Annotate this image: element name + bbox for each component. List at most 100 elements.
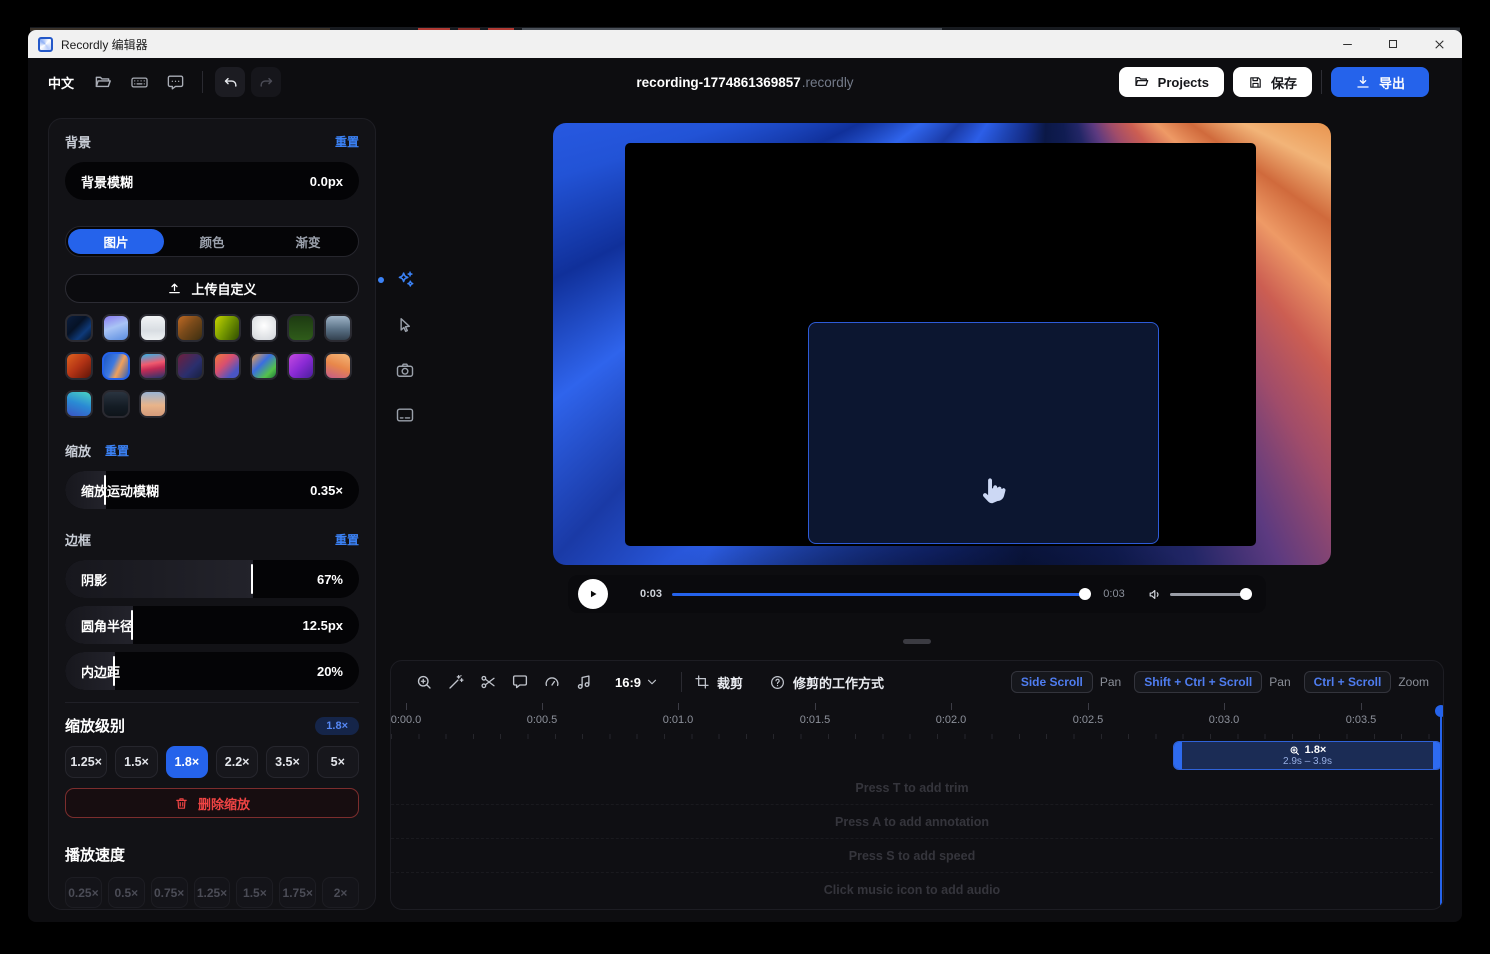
auto-zoom-tool[interactable] — [394, 269, 416, 291]
speed-track-hint[interactable]: Press S to add speed — [391, 839, 1433, 873]
background-thumbnail-orange-flower[interactable] — [65, 352, 93, 380]
background-thumbnail-green-blue-orange[interactable] — [250, 352, 278, 380]
video-preview[interactable] — [553, 123, 1331, 565]
speed-option-0.75x[interactable]: 0.75× — [151, 877, 188, 908]
total-time: 0:03 — [1099, 588, 1129, 600]
background-thumbnail-yellow-green-abstract[interactable] — [213, 314, 241, 342]
background-thumbnail-snow-mountain[interactable] — [139, 314, 167, 342]
zoom-option-1.25x[interactable]: 1.25× — [65, 746, 107, 778]
projects-button[interactable]: Projects — [1119, 67, 1224, 97]
cut-button[interactable] — [475, 669, 501, 695]
progress-track[interactable] — [672, 588, 1093, 600]
background-thumbnail-pastel-clouds[interactable] — [139, 390, 167, 418]
window-title: Recordly 编辑器 — [61, 36, 148, 53]
close-button[interactable] — [1416, 30, 1462, 58]
timeline-ruler[interactable]: 0:00.0 0:00.5 0:01.0 0:01.5 0:02.0 0:02.… — [391, 703, 1443, 741]
ctrl-scroll-shortcut: Ctrl + Scroll — [1304, 671, 1392, 693]
background-blur-slider[interactable]: 背景模糊 0.0px — [65, 162, 359, 200]
background-thumbnail-orange-blue-wave[interactable] — [213, 352, 241, 380]
zoom-section-title: 缩放 — [65, 441, 91, 460]
timeline-zoom-button[interactable] — [411, 669, 437, 695]
ruler-label: 0:01.0 — [663, 714, 694, 726]
shadow-slider[interactable]: 阴影 67% — [65, 560, 359, 598]
padding-value: 20% — [317, 664, 343, 679]
save-button[interactable]: 保存 — [1233, 67, 1312, 97]
minimize-button[interactable] — [1324, 30, 1370, 58]
background-thumbnail-autumn-forest[interactable] — [176, 314, 204, 342]
ruler-label: 0:03.5 — [1346, 714, 1377, 726]
annotation-button[interactable] — [507, 669, 533, 695]
trim-help-button[interactable]: 修剪的工作方式 — [769, 673, 884, 692]
zoom-reset-link[interactable]: 重置 — [105, 442, 129, 459]
music-button[interactable] — [571, 669, 597, 695]
speed-option-1.25x[interactable]: 1.25× — [194, 877, 231, 908]
zoom-motion-blur-slider[interactable]: 缩放运动模糊 0.35× — [65, 471, 359, 509]
background-thumbnail-purple-monterey[interactable] — [287, 352, 315, 380]
zoom-region-box[interactable] — [808, 322, 1159, 544]
corner-radius-slider[interactable]: 圆角半径 12.5px — [65, 606, 359, 644]
audio-track-hint[interactable]: Click music icon to add audio — [391, 873, 1433, 907]
background-thumbnail-white-ripple[interactable] — [250, 314, 278, 342]
background-thumbnail-mountain-lake[interactable] — [324, 314, 352, 342]
timeline-zoom-segment[interactable]: 1.8× 2.9s – 3.9s — [1173, 741, 1442, 770]
annotation-track-hint[interactable]: Press A to add annotation — [391, 805, 1433, 839]
ruler-label: 0:03.0 — [1209, 714, 1240, 726]
background-thumbnail-purple-blue-gradient[interactable] — [102, 314, 130, 342]
background-thumbnails — [65, 314, 359, 418]
zoom-option-5x[interactable]: 5× — [317, 746, 359, 778]
volume-slider[interactable] — [1170, 588, 1252, 600]
shift-ctrl-scroll-action: Pan — [1269, 675, 1290, 689]
background-reset-link[interactable]: 重置 — [335, 133, 359, 150]
trim-track-hint[interactable]: Press T to add trim — [391, 771, 1433, 805]
background-thumbnail-dark-red-blue-wave[interactable] — [176, 352, 204, 380]
sparkles-icon — [394, 269, 416, 291]
background-thumbnail-bigsur-wave[interactable] — [139, 352, 167, 380]
zoom-option-3.5x[interactable]: 3.5× — [266, 746, 308, 778]
speed-option-0.5x[interactable]: 0.5× — [108, 877, 145, 908]
magic-wand-icon — [447, 673, 465, 691]
zoom-level-title: 缩放级别 — [65, 715, 125, 736]
aspect-ratio-dropdown[interactable]: 16:9 — [615, 675, 659, 690]
playhead[interactable] — [1440, 709, 1442, 905]
zoom-option-2.2x[interactable]: 2.2× — [216, 746, 258, 778]
border-reset-link[interactable]: 重置 — [335, 531, 359, 548]
zoom-option-1.8x[interactable]: 1.8× — [166, 746, 208, 778]
crop-button[interactable]: 裁剪 — [694, 673, 743, 692]
maximize-button[interactable] — [1370, 30, 1416, 58]
background-thumbnail-night-mountain[interactable] — [102, 390, 130, 418]
playhead-knob[interactable] — [1435, 705, 1444, 717]
padding-slider[interactable]: 内边距 20% — [65, 652, 359, 690]
background-thumbnail-teal-rays[interactable] — [65, 390, 93, 418]
speed-button[interactable] — [539, 669, 565, 695]
speed-option-2x[interactable]: 2× — [322, 877, 359, 908]
ctrl-scroll-action: Zoom — [1398, 675, 1429, 689]
volume-thumb[interactable] — [1240, 588, 1252, 600]
auto-edit-button[interactable] — [443, 669, 469, 695]
volume-icon[interactable] — [1147, 586, 1164, 603]
side-scroll-action: Pan — [1100, 675, 1121, 689]
progress-thumb[interactable] — [1079, 588, 1091, 600]
speed-option-1.75x[interactable]: 1.75× — [279, 877, 316, 908]
cursor-tool[interactable] — [394, 314, 416, 336]
speed-option-1.5x[interactable]: 1.5× — [236, 877, 273, 908]
delete-zoom-button[interactable]: 删除缩放 — [65, 788, 359, 818]
play-button[interactable] — [578, 579, 608, 609]
export-button[interactable]: 导出 — [1331, 67, 1429, 97]
magnifier-plus-icon — [415, 673, 433, 691]
speed-option-0.25x[interactable]: 0.25× — [65, 877, 102, 908]
tab-image[interactable]: 图片 — [68, 229, 164, 254]
panel-resize-handle[interactable] — [903, 639, 931, 644]
scissors-icon — [479, 673, 497, 691]
upload-custom-button[interactable]: 上传自定义 — [65, 274, 359, 303]
tab-color[interactable]: 颜色 — [164, 229, 260, 254]
zoom-segment-level: 1.8× — [1305, 744, 1327, 756]
caption-tool[interactable] — [394, 404, 416, 426]
tab-gradient[interactable]: 渐变 — [260, 229, 356, 254]
background-thumbnail-peach-rays[interactable] — [324, 352, 352, 380]
background-thumbnail-green-foliage[interactable] — [287, 314, 315, 342]
camera-tool[interactable] — [394, 359, 416, 381]
background-thumbnail-dark-blue-abstract[interactable] — [65, 314, 93, 342]
zoom-option-1.5x[interactable]: 1.5× — [115, 746, 157, 778]
playback-speed-title: 播放速度 — [65, 844, 125, 865]
background-thumbnail-blue-orange-rays[interactable] — [102, 352, 130, 380]
